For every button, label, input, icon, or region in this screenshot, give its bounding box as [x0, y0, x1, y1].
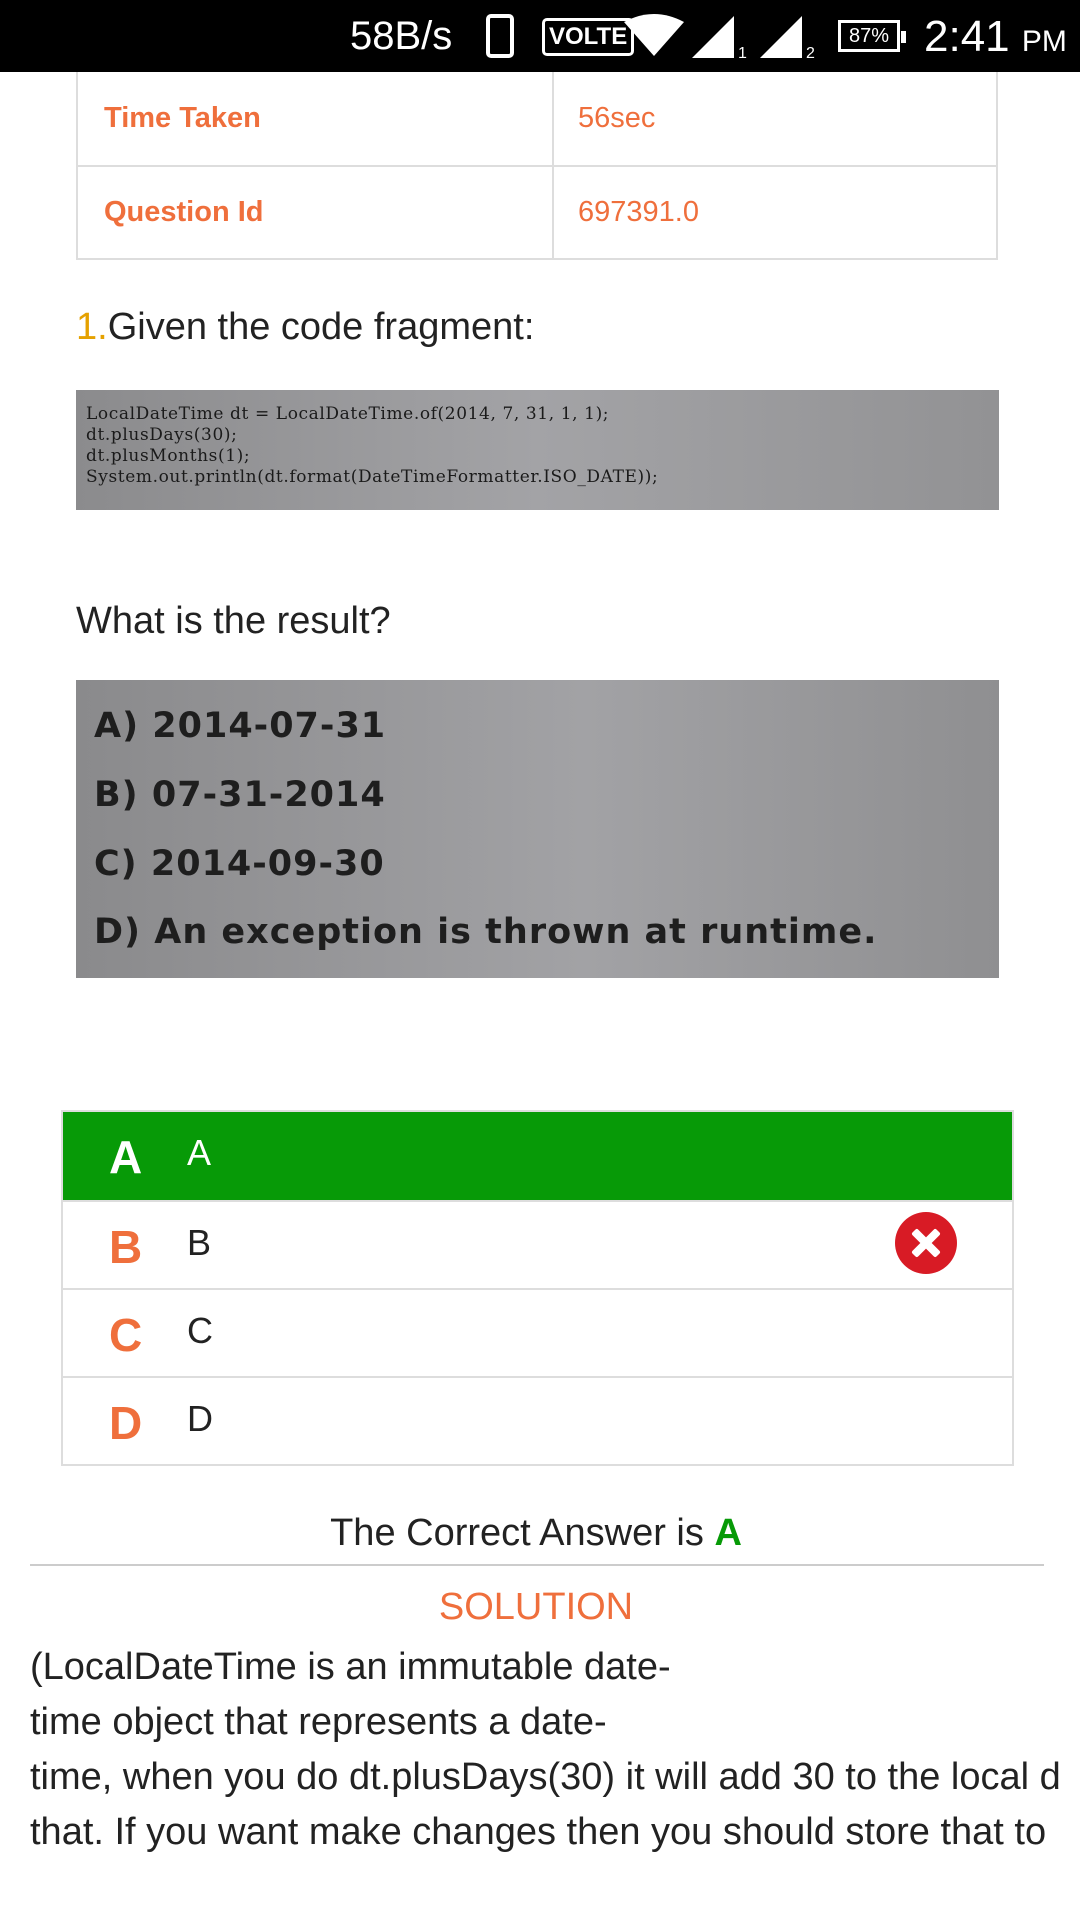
- clock: 2:41 PM: [924, 12, 1067, 62]
- answer-list: A A B B C C D D: [61, 1110, 1014, 1466]
- answer-letter: B: [109, 1221, 143, 1273]
- solution-line: that. If you want make changes then you …: [30, 1811, 1047, 1853]
- answer-text: B: [187, 1222, 212, 1263]
- solution-title: SOLUTION: [438, 1586, 634, 1628]
- option-line-d: D) An exception is thrown at runtime.: [94, 912, 878, 952]
- answer-option-d[interactable]: D D: [63, 1376, 1012, 1464]
- option-line-a: A) 2014-07-31: [94, 706, 387, 746]
- divider: [30, 1564, 1044, 1566]
- code-fragment-image: LocalDateTime dt = LocalDateTime.of(2014…: [76, 390, 999, 510]
- signal-sim2-icon: 2: [760, 16, 815, 60]
- answer-letter: D: [109, 1397, 143, 1449]
- clock-ampm: PM: [1021, 25, 1067, 58]
- question-text: Given the code fragment:: [107, 306, 535, 348]
- status-bar: 58B/s VOLTE 1 2 87% 2:41 PM: [0, 0, 1080, 72]
- question-id-value: 697391.0: [578, 196, 699, 228]
- question-prompt: What is the result?: [76, 600, 391, 642]
- time-taken-label: Time Taken: [78, 72, 554, 165]
- phone-icon: [486, 14, 514, 58]
- info-row-question-id: Question Id 697391.0: [78, 165, 996, 258]
- answer-text: A: [187, 1132, 212, 1173]
- battery-icon: 87%: [838, 20, 906, 52]
- solution-line: (LocalDateTime is an immutable date-: [30, 1646, 671, 1688]
- answer-option-c[interactable]: C C: [63, 1288, 1012, 1376]
- answer-text: D: [187, 1398, 213, 1439]
- correct-answer-letter: A: [714, 1512, 742, 1554]
- correct-answer-text: The Correct Answer is A: [0, 1512, 1072, 1555]
- option-line-c: C) 2014-09-30: [94, 844, 385, 884]
- wifi-icon: [624, 14, 684, 56]
- signal-sim1-icon: 1: [692, 16, 747, 60]
- sim2-label: 2: [806, 45, 815, 60]
- volte-badge: VOLTE: [542, 18, 635, 56]
- question-heading: 1.Given the code fragment:: [76, 306, 534, 349]
- question-number: 1.: [76, 306, 108, 348]
- wrong-answer-icon: [895, 1212, 957, 1274]
- answer-option-a[interactable]: A A: [63, 1112, 1012, 1200]
- option-line-b: B) 07-31-2014: [94, 775, 386, 815]
- answer-letter: C: [109, 1309, 143, 1361]
- solution-line: time, when you do dt.plusDays(30) it wil…: [30, 1756, 1061, 1798]
- correct-answer-prefix: The Correct Answer is: [330, 1512, 704, 1554]
- solution-text: (LocalDateTime is an immutable date- tim…: [30, 1640, 1080, 1860]
- time-taken-value: 56sec: [578, 102, 656, 134]
- answer-text: C: [187, 1310, 213, 1351]
- answer-option-b[interactable]: B B: [63, 1200, 1012, 1288]
- answer-letter: A: [109, 1131, 143, 1183]
- network-speed: 58B/s: [350, 14, 453, 58]
- info-row-time-taken: Time Taken 56sec: [78, 72, 996, 165]
- clock-time: 2:41: [924, 12, 1010, 61]
- solution-line: time object that represents a date-: [30, 1701, 607, 1743]
- quiz-info-table: Time Taken 56sec Question Id 697391.0: [76, 72, 998, 260]
- options-image: A) 2014-07-31 B) 07-31-2014 C) 2014-09-3…: [76, 680, 999, 978]
- question-id-label: Question Id: [78, 167, 554, 258]
- sim1-label: 1: [738, 45, 747, 60]
